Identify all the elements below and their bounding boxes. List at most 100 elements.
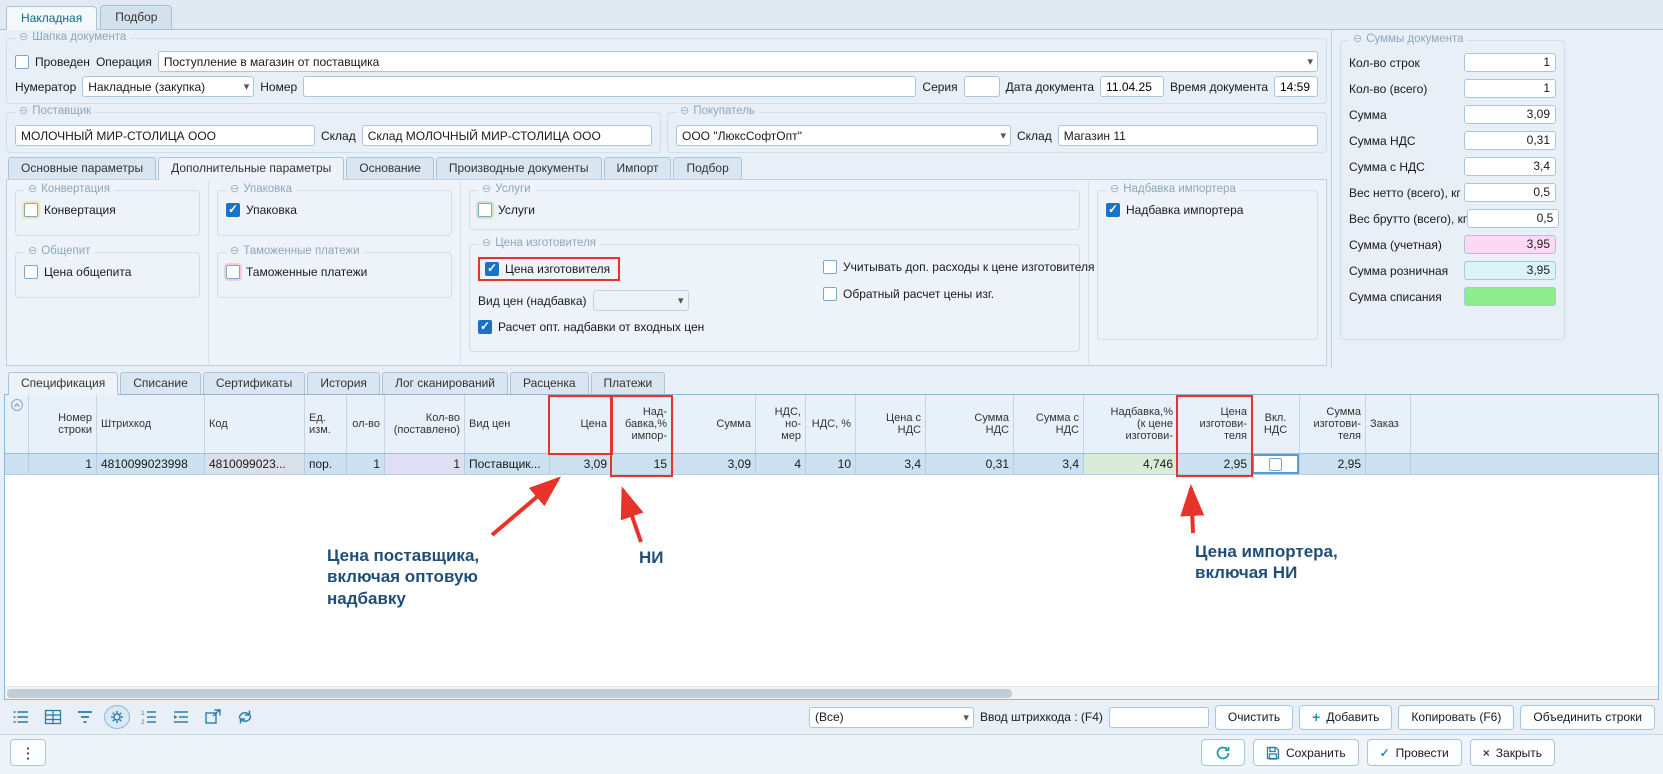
column-header[interactable]: Надбавка,% (к цене изготови- bbox=[1084, 395, 1178, 453]
checkbox-box[interactable] bbox=[226, 265, 240, 279]
customs-checkbox[interactable]: Таможенные платежи bbox=[226, 265, 443, 279]
table-cell[interactable]: 1 bbox=[347, 454, 385, 474]
collapse-icon[interactable]: ⊖ bbox=[680, 106, 689, 117]
checkbox-box[interactable] bbox=[478, 203, 492, 217]
buyer-warehouse-field[interactable]: Магазин 11 bbox=[1058, 125, 1318, 146]
collapse-icon[interactable]: ⊖ bbox=[19, 32, 28, 43]
column-header[interactable]: НДС, но- мер bbox=[756, 395, 806, 453]
conversion-checkbox[interactable]: Конвертация bbox=[24, 203, 191, 217]
number-input[interactable] bbox=[303, 76, 916, 97]
supplier-name-field[interactable]: МОЛОЧНЫЙ МИР-СТОЛИЦА ООО bbox=[15, 125, 315, 146]
column-header[interactable]: Заказ bbox=[1366, 395, 1411, 453]
clear-button[interactable]: Очистить bbox=[1215, 705, 1293, 730]
group-rows-icon[interactable] bbox=[168, 705, 194, 729]
table-cell[interactable]: 3,4 bbox=[856, 454, 926, 474]
grid-view-icon[interactable] bbox=[40, 705, 66, 729]
post-button[interactable]: ✓ Провести bbox=[1367, 739, 1462, 766]
packaging-checkbox[interactable]: Упаковка bbox=[226, 203, 443, 217]
column-header[interactable]: Код bbox=[205, 395, 305, 453]
barcode-input[interactable] bbox=[1109, 707, 1209, 728]
checkbox-box[interactable] bbox=[823, 287, 837, 301]
column-header[interactable]: ол-во bbox=[347, 395, 385, 453]
parameter-tab[interactable]: Подбор bbox=[673, 157, 741, 179]
table-cell[interactable]: 1 bbox=[385, 454, 465, 474]
table-cell[interactable]: 4 bbox=[756, 454, 806, 474]
buyer-select[interactable]: ООО "ЛюксСофтОпт" bbox=[676, 125, 1011, 146]
checkbox-box[interactable] bbox=[226, 203, 240, 217]
column-header[interactable]: Сумма с НДС bbox=[1014, 395, 1084, 453]
checkbox-box[interactable] bbox=[478, 320, 492, 334]
filter-icon[interactable] bbox=[72, 705, 98, 729]
collapse-icon[interactable]: ⊖ bbox=[1353, 34, 1362, 45]
table-row[interactable]: 1 4810099023998 4810099023... пор. 1 1 bbox=[5, 454, 1658, 475]
collapse-icon[interactable]: ⊖ bbox=[482, 184, 491, 195]
table-cell[interactable]: 4810099023998 bbox=[97, 454, 205, 474]
table-cell[interactable]: Поставщик... bbox=[465, 454, 550, 474]
importer-markup-checkbox[interactable]: Надбавка импортера bbox=[1106, 203, 1309, 217]
column-header[interactable]: НДС, % bbox=[806, 395, 856, 453]
open-window-icon[interactable] bbox=[200, 705, 226, 729]
specification-tab[interactable]: История bbox=[307, 372, 380, 394]
table-cell[interactable]: 4810099023... bbox=[205, 454, 305, 474]
merge-rows-button[interactable]: Объединить строки bbox=[1520, 705, 1655, 730]
specification-tab[interactable]: Спецификация bbox=[8, 372, 118, 395]
doc-time-input[interactable] bbox=[1274, 76, 1318, 97]
scrollbar-thumb[interactable] bbox=[7, 689, 1012, 698]
checkbox-box[interactable] bbox=[485, 262, 499, 276]
numbered-list-icon[interactable]: 12 bbox=[136, 705, 162, 729]
specification-tab[interactable]: Лог сканирований bbox=[382, 372, 508, 394]
column-header[interactable]: Вкл. НДС bbox=[1252, 395, 1300, 453]
specification-tab[interactable]: Списание bbox=[120, 372, 201, 394]
specification-tab[interactable]: Сертификаты bbox=[203, 372, 306, 394]
close-button[interactable]: × Закрыть bbox=[1470, 739, 1555, 766]
column-header[interactable]: Сумма НДС bbox=[926, 395, 1014, 453]
posted-checkbox[interactable]: Проведен bbox=[15, 55, 90, 69]
refresh-button[interactable] bbox=[1201, 739, 1245, 766]
column-header[interactable]: Цена bbox=[550, 395, 612, 453]
reload-icon[interactable] bbox=[232, 705, 258, 729]
checkbox-box[interactable] bbox=[823, 260, 837, 274]
row-selector-cell[interactable] bbox=[5, 454, 29, 474]
column-header[interactable]: Цена изготови- теля bbox=[1178, 395, 1252, 453]
reverse-calc-checkbox[interactable]: Обратный расчет цены изг. bbox=[823, 287, 1094, 301]
doc-date-input[interactable] bbox=[1100, 76, 1164, 97]
table-cell[interactable]: 10 bbox=[806, 454, 856, 474]
manufacturer-price-checkbox[interactable]: Цена изготовителя bbox=[485, 262, 610, 276]
table-cell[interactable]: 3,09 bbox=[550, 454, 612, 474]
column-header[interactable]: Сумма изготови- теля bbox=[1300, 395, 1366, 453]
table-cell[interactable]: 3,09 bbox=[672, 454, 756, 474]
table-cell[interactable]: 2,95 bbox=[1178, 454, 1252, 474]
table-cell[interactable]: 15 bbox=[612, 454, 672, 474]
parameter-tab[interactable]: Основание bbox=[346, 157, 434, 179]
parameter-tab[interactable]: Основные параметры bbox=[8, 157, 156, 179]
vat-included-checkbox[interactable] bbox=[1269, 458, 1282, 471]
collapse-icon[interactable]: ⊖ bbox=[28, 246, 37, 257]
table-cell[interactable] bbox=[1366, 454, 1411, 474]
column-header[interactable]: Кол-во (поставлено) bbox=[385, 395, 465, 453]
collapse-icon[interactable]: ⊖ bbox=[28, 184, 37, 195]
supplier-warehouse-field[interactable]: Склад МОЛОЧНЫЙ МИР-СТОЛИЦА ООО bbox=[362, 125, 652, 146]
top-tab[interactable]: Накладная bbox=[6, 6, 97, 30]
add-row-button[interactable]: + Добавить bbox=[1299, 705, 1392, 730]
table-cell[interactable]: 3,4 bbox=[1014, 454, 1084, 474]
catering-price-checkbox[interactable]: Цена общепита bbox=[24, 265, 191, 279]
collapse-icon[interactable]: ⊖ bbox=[482, 238, 491, 249]
column-header[interactable]: Сумма bbox=[672, 395, 756, 453]
table-cell[interactable] bbox=[1252, 454, 1300, 474]
series-input[interactable] bbox=[964, 76, 1000, 97]
services-checkbox[interactable]: Услуги bbox=[478, 203, 1071, 217]
specification-tab[interactable]: Расценка bbox=[510, 372, 589, 394]
collapse-icon[interactable]: ⊖ bbox=[230, 184, 239, 195]
table-cell[interactable]: 2,95 bbox=[1300, 454, 1366, 474]
collapse-icon[interactable]: ⊖ bbox=[230, 246, 239, 257]
table-cell[interactable]: пор. bbox=[305, 454, 347, 474]
column-header[interactable]: Над- бавка,% импор- bbox=[612, 395, 672, 453]
price-kind-select[interactable] bbox=[593, 290, 689, 311]
parameter-tab[interactable]: Импорт bbox=[604, 157, 672, 179]
copy-row-button[interactable]: Копировать (F6) bbox=[1398, 705, 1514, 730]
table-cell[interactable]: 0,31 bbox=[926, 454, 1014, 474]
column-header[interactable]: Штрихкод bbox=[97, 395, 205, 453]
operation-select[interactable]: Поступление в магазин от поставщика bbox=[158, 51, 1318, 72]
numerator-select[interactable]: Накладные (закупка) bbox=[82, 76, 254, 97]
column-header[interactable]: Ед. изм. bbox=[305, 395, 347, 453]
